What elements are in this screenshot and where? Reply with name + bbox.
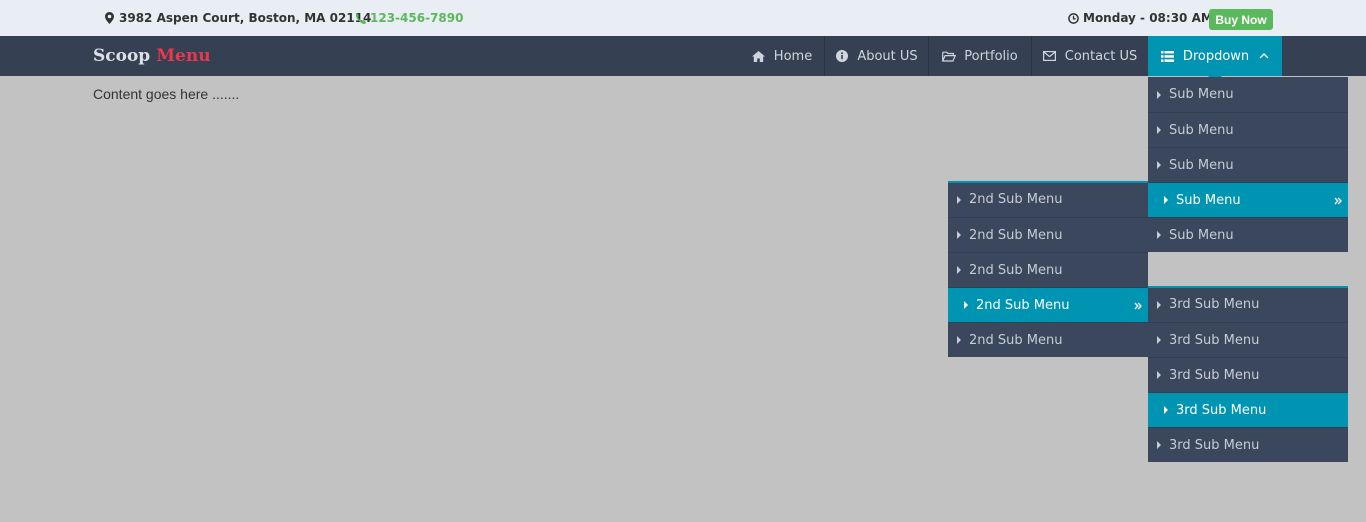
submenu2-label: 2nd Sub Menu bbox=[969, 227, 1063, 243]
submenu-label: Sub Menu bbox=[1169, 87, 1234, 102]
submenu-label: Sub Menu bbox=[1176, 192, 1241, 208]
brand-part2: Menu bbox=[156, 46, 211, 66]
envelope-icon bbox=[1043, 49, 1057, 63]
nav-contact-us[interactable]: Contact US bbox=[1031, 36, 1148, 76]
brand-logo[interactable]: Scoop Menu bbox=[93, 36, 211, 76]
caret-right-icon bbox=[1157, 161, 1161, 169]
nav-about-label: About US bbox=[857, 48, 918, 64]
menu3-top-border bbox=[1148, 286, 1348, 288]
submenu-label: Sub Menu bbox=[1169, 122, 1234, 138]
submenu2-label: 2nd Sub Menu bbox=[969, 192, 1063, 207]
clock-icon bbox=[1067, 11, 1079, 25]
phone-info[interactable]: 123-456-7890 bbox=[354, 0, 463, 36]
info-icon bbox=[835, 49, 849, 63]
caret-right-icon bbox=[1157, 371, 1161, 379]
submenu3-item[interactable]: 3rd Sub Menu bbox=[1148, 357, 1348, 392]
home-icon bbox=[752, 49, 766, 63]
nav-about-us[interactable]: About US bbox=[824, 36, 928, 76]
caret-right-icon bbox=[1157, 300, 1161, 309]
submenu2-item[interactable]: 2nd Sub Menu bbox=[948, 182, 1148, 217]
submenu2-item[interactable]: 2nd Sub Menu bbox=[948, 252, 1148, 287]
main-navbar: Scoop Menu Home About US Portfolio Conta… bbox=[0, 36, 1366, 76]
phone-text: 123-456-7890 bbox=[370, 11, 464, 25]
nav-home[interactable]: Home bbox=[740, 36, 824, 76]
top-info-bar: 3982 Aspen Court, Boston, MA 02114 123-4… bbox=[0, 0, 1366, 36]
caret-right-icon bbox=[957, 195, 961, 204]
submenu-item[interactable]: Sub Menu bbox=[1148, 217, 1348, 252]
address-info: 3982 Aspen Court, Boston, MA 02114 bbox=[103, 0, 371, 36]
nav-portfolio-label: Portfolio bbox=[964, 48, 1018, 64]
caret-right-icon bbox=[964, 301, 968, 309]
caret-right-icon bbox=[1157, 126, 1161, 134]
nav-home-label: Home bbox=[773, 48, 813, 64]
caret-right-icon bbox=[1157, 90, 1161, 99]
double-chevron-right-icon bbox=[1334, 183, 1342, 218]
submenu3-item[interactable]: 3rd Sub Menu bbox=[1148, 322, 1348, 357]
submenu2-label: 2nd Sub Menu bbox=[969, 332, 1063, 348]
caret-right-icon bbox=[1157, 441, 1161, 449]
buy-now-button[interactable]: Buy Now bbox=[1209, 9, 1273, 30]
submenu3-item[interactable]: 3rd Sub Menu bbox=[1148, 287, 1348, 322]
submenu-item-active[interactable]: Sub Menu bbox=[1148, 182, 1348, 217]
list-icon bbox=[1161, 49, 1175, 63]
submenu-label: Sub Menu bbox=[1169, 157, 1234, 173]
folder-icon bbox=[942, 49, 957, 63]
submenu3-label: 3rd Sub Menu bbox=[1169, 437, 1260, 453]
submenu-label: Sub Menu bbox=[1169, 227, 1234, 243]
brand-part1: Scoop bbox=[93, 46, 151, 66]
nav-portfolio[interactable]: Portfolio bbox=[928, 36, 1031, 76]
dropdown-menu-level3: 3rd Sub Menu 3rd Sub Menu 3rd Sub Menu 3… bbox=[1148, 287, 1348, 462]
menu2-top-border bbox=[948, 181, 1148, 183]
datetime-text: Monday - 08:30 AM bbox=[1083, 11, 1213, 25]
submenu2-label: 2nd Sub Menu bbox=[976, 297, 1070, 313]
nav-dropdown-label: Dropdown bbox=[1182, 48, 1250, 64]
submenu2-label: 2nd Sub Menu bbox=[969, 262, 1063, 278]
caret-right-icon bbox=[1157, 336, 1161, 344]
submenu-item[interactable]: Sub Menu bbox=[1148, 147, 1348, 182]
content-text: Content goes here ....... bbox=[93, 86, 240, 102]
address-text: 3982 Aspen Court, Boston, MA 02114 bbox=[119, 11, 372, 25]
chevron-up-icon bbox=[1259, 53, 1269, 59]
double-chevron-right-icon bbox=[1134, 288, 1142, 323]
datetime-info: Monday - 08:30 AM bbox=[1067, 0, 1213, 36]
dropdown-menu-level1: Sub Menu Sub Menu Sub Menu Sub Menu Sub … bbox=[1148, 77, 1348, 252]
submenu3-item[interactable]: 3rd Sub Menu bbox=[1148, 427, 1348, 462]
caret-right-icon bbox=[1157, 231, 1161, 239]
caret-right-icon bbox=[1164, 196, 1168, 204]
submenu3-label: 3rd Sub Menu bbox=[1169, 367, 1260, 383]
caret-right-icon bbox=[957, 336, 961, 344]
caret-right-icon bbox=[957, 266, 961, 274]
caret-right-icon bbox=[1164, 406, 1168, 414]
submenu3-label: 3rd Sub Menu bbox=[1169, 297, 1260, 312]
phone-icon bbox=[354, 11, 366, 25]
caret-right-icon bbox=[957, 231, 961, 239]
nav-contact-label: Contact US bbox=[1064, 48, 1138, 64]
submenu3-label: 3rd Sub Menu bbox=[1176, 402, 1267, 418]
submenu3-label: 3rd Sub Menu bbox=[1169, 332, 1260, 348]
dropdown-caret bbox=[1208, 70, 1222, 77]
submenu2-item[interactable]: 2nd Sub Menu bbox=[948, 217, 1148, 252]
dropdown-menu-level2: 2nd Sub Menu 2nd Sub Menu 2nd Sub Menu 2… bbox=[948, 182, 1148, 357]
submenu3-item-active[interactable]: 3rd Sub Menu bbox=[1148, 392, 1348, 427]
submenu2-item-active[interactable]: 2nd Sub Menu bbox=[948, 287, 1148, 322]
submenu-item[interactable]: Sub Menu bbox=[1148, 112, 1348, 147]
map-marker-icon bbox=[103, 11, 115, 25]
submenu-item[interactable]: Sub Menu bbox=[1148, 77, 1348, 112]
submenu2-item[interactable]: 2nd Sub Menu bbox=[948, 322, 1148, 357]
